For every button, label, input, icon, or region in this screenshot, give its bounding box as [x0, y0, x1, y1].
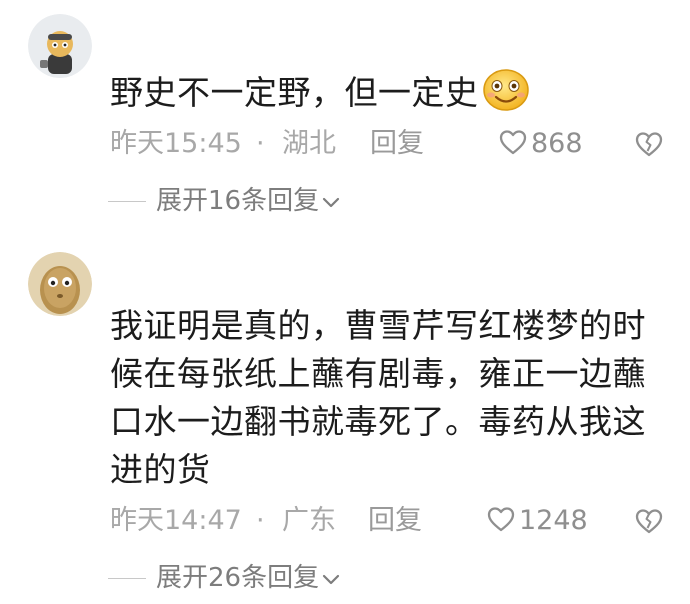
comment-text-content: 野史不一定野，但一定史 — [110, 73, 479, 112]
dislike-button[interactable] — [634, 507, 664, 547]
divider-line — [108, 577, 146, 580]
comment-time: 昨天15:45 — [110, 128, 242, 159]
reply-button[interactable]: 回复 — [370, 124, 424, 164]
comment-text: 我证明是真的，曹雪芹写红楼梦的时候在每张纸上蘸有剧毒，雍正一边蘸口水一边翻书就毒… — [110, 302, 670, 494]
comment-text-content: 我证明是真的，曹雪芹写红楼梦的时候在每张纸上蘸有剧毒，雍正一边蘸口水一边翻书就毒… — [110, 306, 646, 489]
like-button[interactable]: 1248 — [486, 501, 588, 541]
like-count: 1248 — [519, 505, 588, 536]
comment-meta: 昨天14:47 · 广东 回复 1248 — [110, 501, 670, 541]
dislike-button[interactable] — [634, 130, 664, 170]
reply-button[interactable]: 回复 — [368, 501, 422, 541]
like-count: 868 — [531, 128, 583, 159]
comment-2: 我证明是真的，曹雪芹写红楼梦的时候在每张纸上蘸有剧毒，雍正一边蘸口水一边翻书就毒… — [0, 230, 690, 604]
expand-replies-label[interactable]: 展开16条回复 — [156, 186, 319, 216]
comment-text: 野史不一定野，但一定史 — [110, 68, 670, 117]
user-avatar-1[interactable] — [28, 14, 92, 78]
chevron-down-icon[interactable] — [321, 195, 341, 211]
broken-heart-icon — [635, 132, 663, 157]
comment-location: 湖北 — [282, 128, 336, 159]
meta-separator: · — [256, 505, 265, 536]
chevron-down-icon[interactable] — [321, 572, 341, 588]
user-avatar-2[interactable] — [28, 252, 92, 316]
heart-outline-icon — [499, 130, 527, 155]
expand-replies[interactable]: 展开26条回复 — [108, 558, 341, 598]
comment-location: 广东 — [282, 505, 336, 536]
comment-meta: 昨天15:45 · 湖北 回复 868 — [110, 124, 670, 164]
comment-time: 昨天14:47 — [110, 505, 242, 536]
divider-line — [108, 200, 146, 203]
smiling-face-emoji-icon — [481, 68, 531, 112]
expand-replies[interactable]: 展开16条回复 — [108, 181, 341, 221]
expand-replies-label[interactable]: 展开26条回复 — [156, 563, 319, 593]
comment-1: 野史不一定野，但一定史 昨天15:45 · 湖北 回复 868 展开16条回复 — [0, 0, 690, 230]
like-button[interactable]: 868 — [498, 124, 583, 164]
heart-outline-icon — [487, 507, 515, 532]
broken-heart-icon — [635, 509, 663, 534]
meta-separator: · — [256, 128, 265, 159]
